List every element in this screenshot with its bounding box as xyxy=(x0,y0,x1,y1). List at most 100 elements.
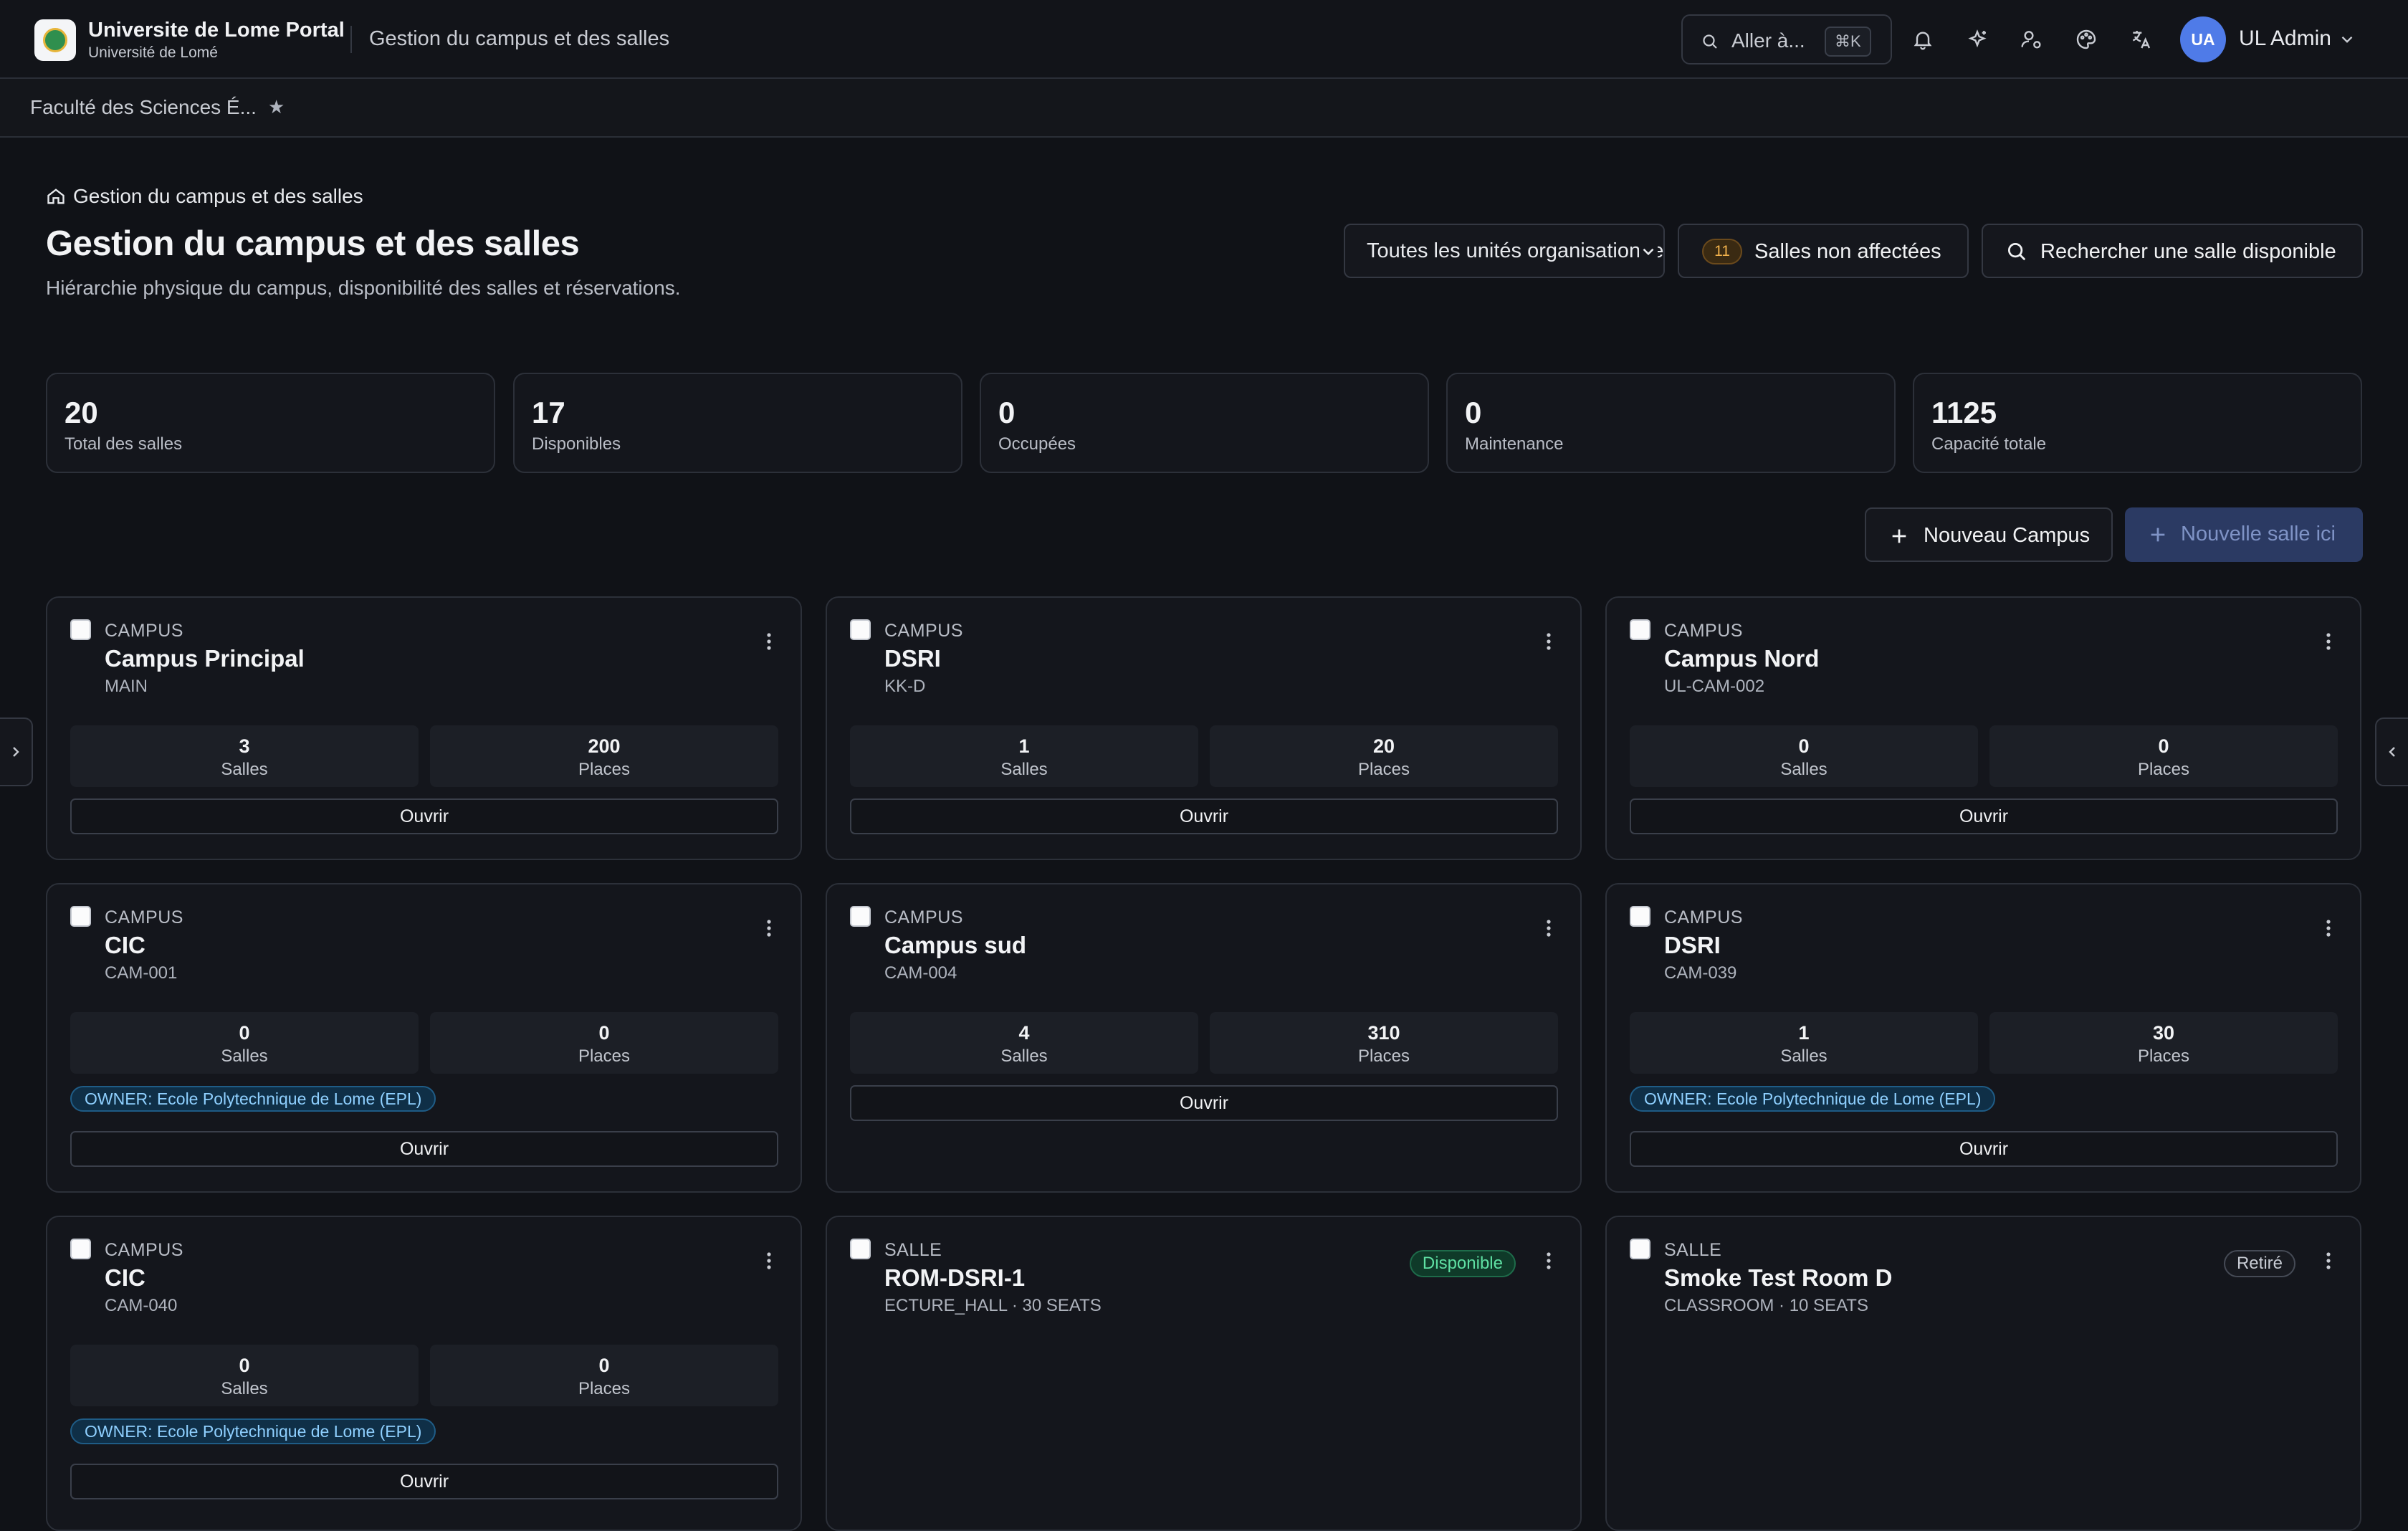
metric-value: 20 xyxy=(1372,735,1395,757)
new-campus-button[interactable]: Nouveau Campus xyxy=(1865,507,2113,562)
rooms-metric: 3 Salles xyxy=(70,725,419,787)
card-type: CAMPUS xyxy=(105,621,183,641)
stat-label: Capacité totale xyxy=(1931,434,2047,454)
more-vertical-icon[interactable] xyxy=(766,632,772,651)
select-checkbox[interactable] xyxy=(850,906,871,927)
expand-right-panel-button[interactable] xyxy=(2375,717,2408,786)
rooms-metric: 1 Salles xyxy=(1630,1012,1978,1074)
card-code: MAIN xyxy=(105,677,148,696)
select-checkbox[interactable] xyxy=(850,619,871,640)
open-button[interactable]: Ouvrir xyxy=(70,798,778,834)
chevron-left-icon xyxy=(2384,743,2401,760)
metric-label: Places xyxy=(578,1379,631,1398)
more-vertical-icon[interactable] xyxy=(766,919,772,938)
open-button[interactable]: Ouvrir xyxy=(850,1085,1558,1121)
org-tab[interactable]: Faculté des Sciences É... xyxy=(30,96,257,119)
card-name: Campus Nord xyxy=(1664,645,1820,672)
user-settings-icon[interactable] xyxy=(2019,27,2045,52)
metric-value: 0 xyxy=(239,1355,250,1376)
seats-metric: 30 Places xyxy=(1989,1012,2338,1074)
chevron-down-icon[interactable] xyxy=(2338,30,2356,49)
more-vertical-icon[interactable] xyxy=(766,1251,772,1270)
new-room-label: Nouvelle salle ici xyxy=(2181,523,2336,545)
card-type: CAMPUS xyxy=(105,907,183,927)
metric-value: 0 xyxy=(2158,735,2169,757)
card-code: CLASSROOM · 10 SEATS xyxy=(1664,1296,1868,1315)
owner-badge: OWNER: Ecole Polytechnique de Lome (EPL) xyxy=(1630,1086,1996,1112)
user-name[interactable]: UL Admin xyxy=(2239,27,2331,51)
card-code: CAM-040 xyxy=(105,1296,178,1315)
metric-label: Places xyxy=(578,1046,631,1066)
avatar[interactable]: UA xyxy=(2180,16,2226,62)
more-vertical-icon[interactable] xyxy=(1546,919,1552,938)
card-name: CIC xyxy=(105,932,145,958)
chevron-down-icon xyxy=(1639,242,1658,261)
card-name: CIC xyxy=(105,1264,145,1291)
metric-value: 0 xyxy=(239,1022,250,1044)
card-name: Campus Principal xyxy=(105,645,305,672)
chevron-right-icon xyxy=(7,743,24,760)
metric-label: Salles xyxy=(221,760,268,779)
star-icon[interactable]: ★ xyxy=(268,96,285,118)
select-checkbox[interactable] xyxy=(70,906,91,927)
rooms-metric: 1 Salles xyxy=(850,725,1198,787)
select-checkbox[interactable] xyxy=(1630,619,1650,640)
card-code: CAM-001 xyxy=(105,963,178,983)
translate-icon[interactable] xyxy=(2128,27,2154,52)
university-logo[interactable] xyxy=(34,19,76,61)
more-vertical-icon[interactable] xyxy=(2326,1251,2331,1270)
metric-label: Places xyxy=(578,760,631,779)
open-button[interactable]: Ouvrir xyxy=(70,1464,778,1499)
stat-value: 17 xyxy=(532,396,565,429)
goto-label: Aller à... xyxy=(1731,29,1805,52)
stat-value: 0 xyxy=(1465,396,1482,429)
more-vertical-icon[interactable] xyxy=(1546,632,1552,651)
status-badge: Disponible xyxy=(1409,1250,1516,1277)
card-name: ROM-DSRI-1 xyxy=(884,1264,1026,1291)
palette-icon[interactable] xyxy=(2073,27,2099,52)
card-type: SALLE xyxy=(884,1240,942,1260)
find-available-room-button[interactable]: Rechercher une salle disponible xyxy=(1982,224,2363,278)
card-code: KK-D xyxy=(884,677,926,696)
metric-value: 3 xyxy=(239,735,250,757)
org-unit-select[interactable]: Toutes les unités organisationnelles xyxy=(1344,224,1665,278)
unassigned-rooms-button[interactable]: 11 Salles non affectées xyxy=(1678,224,1969,278)
open-button[interactable]: Ouvrir xyxy=(70,1131,778,1167)
card-code: CAM-004 xyxy=(884,963,957,983)
campus-card: CAMPUS Campus Principal MAIN 3 Salles 20… xyxy=(46,596,802,860)
select-checkbox[interactable] xyxy=(1630,906,1650,927)
new-room-button[interactable]: Nouvelle salle ici xyxy=(2125,507,2363,562)
sparkles-icon[interactable] xyxy=(1964,27,1990,52)
page-title: Gestion du campus et des salles xyxy=(46,224,580,263)
metric-value: 4 xyxy=(1018,1022,1030,1044)
select-checkbox[interactable] xyxy=(70,1239,91,1259)
page-description: Hiérarchie physique du campus, disponibi… xyxy=(46,277,681,299)
select-checkbox[interactable] xyxy=(1630,1239,1650,1259)
rooms-metric: 0 Salles xyxy=(1630,725,1978,787)
room-card: SALLE Smoke Test Room D CLASSROOM · 10 S… xyxy=(1605,1216,2361,1531)
home-icon[interactable] xyxy=(46,186,66,206)
org-unit-select-value: Toutes les unités organisationnelles xyxy=(1367,239,1665,262)
unassigned-count-badge: 11 xyxy=(1702,239,1742,264)
status-badge: Retiré xyxy=(2223,1250,2295,1277)
open-button[interactable]: Ouvrir xyxy=(1630,1131,2338,1167)
more-vertical-icon[interactable] xyxy=(1546,1251,1552,1270)
bell-icon[interactable] xyxy=(1910,27,1936,52)
stat-label: Maintenance xyxy=(1465,434,1564,454)
goto-search-button[interactable]: Aller à... ⌘K xyxy=(1681,14,1892,65)
select-checkbox[interactable] xyxy=(850,1239,871,1259)
metric-label: Salles xyxy=(1780,1046,1828,1066)
open-button[interactable]: Ouvrir xyxy=(1630,798,2338,834)
expand-left-panel-button[interactable] xyxy=(0,717,33,786)
more-vertical-icon[interactable] xyxy=(2326,919,2331,938)
metric-value: 0 xyxy=(598,1022,610,1044)
select-checkbox[interactable] xyxy=(70,619,91,640)
more-vertical-icon[interactable] xyxy=(2326,632,2331,651)
campus-card: CAMPUS Campus Nord UL-CAM-002 0 Salles 0… xyxy=(1605,596,2361,860)
owner-badge: OWNER: Ecole Polytechnique de Lome (EPL) xyxy=(70,1418,436,1444)
stat-value: 0 xyxy=(998,396,1016,429)
open-button[interactable]: Ouvrir xyxy=(850,798,1558,834)
card-name: Campus sud xyxy=(884,932,1027,958)
campus-card: CAMPUS Campus sud CAM-004 4 Salles 310 P… xyxy=(826,883,1582,1193)
metric-value: 1 xyxy=(1798,1022,1810,1044)
